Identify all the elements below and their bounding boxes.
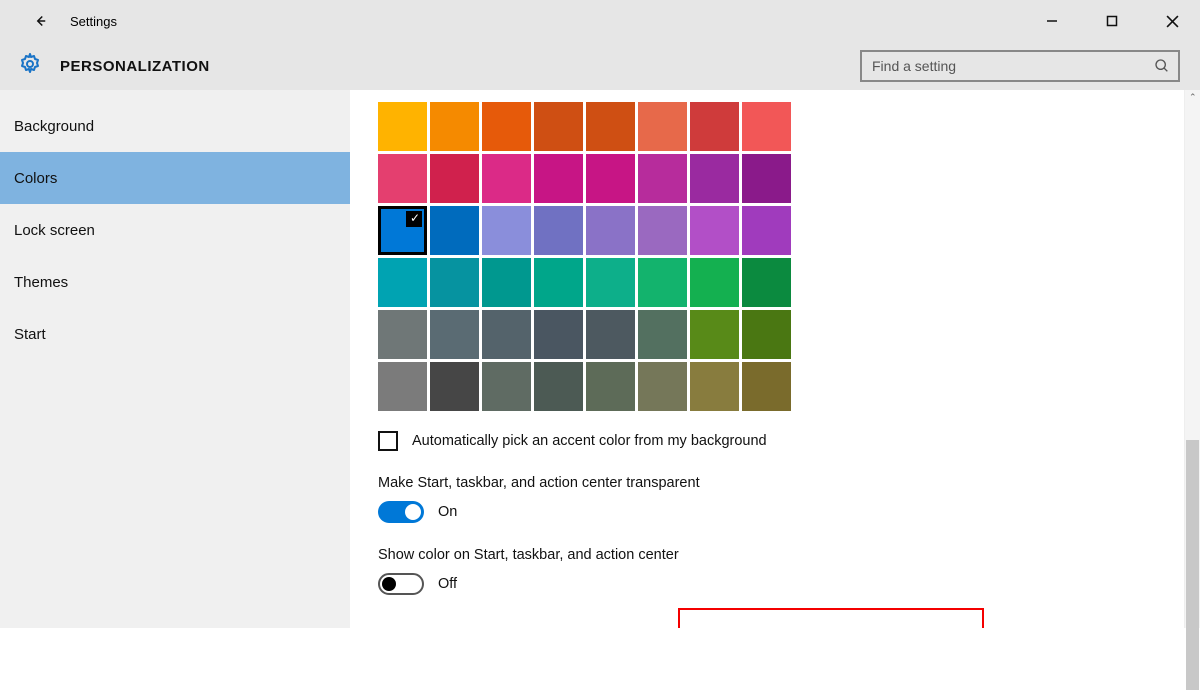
color-swatch[interactable] (690, 258, 739, 307)
title-bar: Settings (0, 0, 1200, 42)
color-swatch[interactable] (638, 206, 687, 255)
color-swatch[interactable] (742, 362, 791, 411)
color-swatch[interactable] (430, 362, 479, 411)
color-swatch[interactable] (482, 310, 531, 359)
color-swatch[interactable] (742, 310, 791, 359)
color-swatch[interactable] (638, 258, 687, 307)
transparent-label: Make Start, taskbar, and action center t… (378, 475, 1172, 491)
accent-color-palette: ✓ (378, 102, 1172, 411)
show-color-label: Show color on Start, taskbar, and action… (378, 547, 1172, 563)
color-swatch[interactable] (482, 154, 531, 203)
color-swatch[interactable] (586, 362, 635, 411)
sidebar: BackgroundColorsLock screenThemesStart (0, 90, 350, 628)
minimize-button[interactable] (1032, 6, 1072, 36)
color-swatch[interactable] (534, 258, 583, 307)
gear-icon (18, 52, 42, 81)
color-swatch[interactable] (638, 154, 687, 203)
color-swatch[interactable] (742, 206, 791, 255)
color-swatch[interactable]: ✓ (378, 206, 427, 255)
search-input[interactable] (860, 50, 1180, 82)
sidebar-item-background[interactable]: Background (0, 100, 350, 152)
color-swatch[interactable] (534, 154, 583, 203)
color-swatch[interactable] (586, 102, 635, 151)
color-swatch[interactable] (430, 154, 479, 203)
sidebar-item-colors[interactable]: Colors (0, 152, 350, 204)
search-box (860, 50, 1180, 82)
page-title: PERSONALIZATION (60, 58, 210, 75)
color-swatch[interactable] (378, 154, 427, 203)
color-swatch[interactable] (742, 102, 791, 151)
back-button[interactable] (28, 9, 52, 33)
color-swatch[interactable] (586, 310, 635, 359)
sidebar-item-start[interactable]: Start (0, 308, 350, 360)
color-swatch[interactable] (638, 310, 687, 359)
header: PERSONALIZATION (0, 42, 1200, 90)
color-swatch[interactable] (534, 310, 583, 359)
color-swatch[interactable] (378, 102, 427, 151)
color-swatch[interactable] (638, 102, 687, 151)
color-swatch[interactable] (482, 206, 531, 255)
app-title: Settings (70, 14, 117, 29)
color-swatch[interactable] (638, 362, 687, 411)
color-swatch[interactable] (430, 206, 479, 255)
color-swatch[interactable] (690, 102, 739, 151)
chevron-up-icon: ⌃ (1189, 92, 1197, 103)
color-swatch[interactable] (430, 258, 479, 307)
show-color-toggle[interactable] (378, 573, 424, 595)
auto-pick-label: Automatically pick an accent color from … (412, 433, 767, 449)
sidebar-item-themes[interactable]: Themes (0, 256, 350, 308)
color-swatch[interactable] (534, 362, 583, 411)
color-swatch[interactable] (534, 206, 583, 255)
color-swatch[interactable] (378, 310, 427, 359)
color-swatch[interactable] (482, 102, 531, 151)
color-swatch[interactable] (378, 258, 427, 307)
window-controls (1032, 0, 1192, 42)
color-swatch[interactable] (586, 206, 635, 255)
show-color-value: Off (438, 576, 457, 592)
color-swatch[interactable] (586, 154, 635, 203)
color-swatch[interactable] (586, 258, 635, 307)
transparent-toggle[interactable] (378, 501, 424, 523)
color-swatch[interactable] (742, 258, 791, 307)
color-swatch[interactable] (430, 310, 479, 359)
color-swatch[interactable] (534, 102, 583, 151)
color-swatch[interactable] (482, 258, 531, 307)
content-area: ✓ Automatically pick an accent color fro… (350, 90, 1200, 628)
color-swatch[interactable] (690, 310, 739, 359)
color-swatch[interactable] (482, 362, 531, 411)
check-icon: ✓ (410, 211, 420, 225)
color-swatch[interactable] (378, 362, 427, 411)
maximize-button[interactable] (1092, 6, 1132, 36)
color-swatch[interactable] (690, 154, 739, 203)
color-swatch[interactable] (742, 154, 791, 203)
sidebar-item-lock-screen[interactable]: Lock screen (0, 204, 350, 256)
color-swatch[interactable] (430, 102, 479, 151)
close-button[interactable] (1152, 6, 1192, 36)
color-swatch[interactable] (690, 206, 739, 255)
scrollbar[interactable]: ⌃ (1184, 90, 1200, 628)
auto-pick-checkbox[interactable] (378, 431, 398, 451)
scrollbar-thumb[interactable] (1186, 440, 1199, 690)
color-swatch[interactable] (690, 362, 739, 411)
transparent-value: On (438, 504, 457, 520)
